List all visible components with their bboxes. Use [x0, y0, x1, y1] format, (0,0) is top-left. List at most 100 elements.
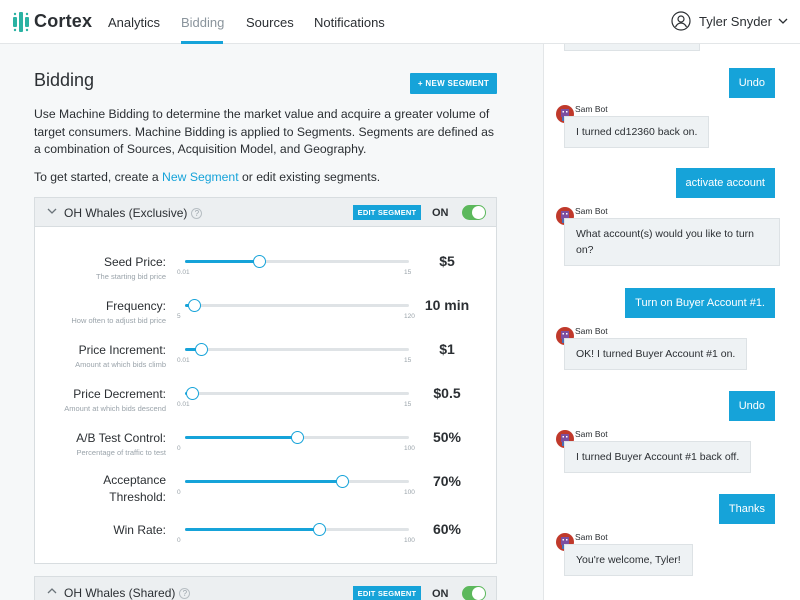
- slider-min: 0: [177, 445, 181, 452]
- new-segment-button[interactable]: + NEW SEGMENT: [410, 73, 497, 94]
- slider-value: 10 min: [424, 297, 470, 313]
- segment-toggle[interactable]: [462, 586, 486, 600]
- active-tab-indicator: [181, 41, 223, 44]
- slider-max: 15: [404, 401, 412, 408]
- top-nav: Cortex Analytics Bidding Sources Notific…: [0, 0, 800, 44]
- bot-name: Sam Bot: [575, 104, 608, 114]
- chat-panel: Undo Sam Bot I turned cd12360 back on. acti…: [543, 44, 800, 600]
- slider-max: 120: [404, 313, 415, 320]
- slider-fill: [185, 436, 297, 439]
- brand-logo[interactable]: Cortex: [12, 11, 92, 32]
- cortex-logo-icon: [13, 11, 29, 32]
- slider-track[interactable]: [185, 255, 409, 268]
- nav-analytics[interactable]: Analytics: [108, 15, 160, 30]
- segment-title: OH Whales (Shared)?: [64, 586, 191, 600]
- slider-fill: [185, 260, 259, 263]
- user-message: Undo: [728, 391, 775, 421]
- segment-status: ON: [432, 588, 449, 600]
- segment-toggle[interactable]: [462, 205, 486, 220]
- slider-row: Seed Price: The starting bid price 0.01 15 $…: [35, 253, 496, 294]
- edit-segment-button[interactable]: EDIT SEGMENT: [353, 586, 421, 600]
- slider-value: $0.5: [433, 385, 461, 401]
- get-started-text: To get started, create a New Segment or …: [34, 170, 380, 184]
- slider-description: The starting bid price: [95, 272, 166, 281]
- slider-max: 100: [404, 445, 415, 452]
- user-message: activate account: [675, 168, 775, 198]
- chevron-down-icon[interactable]: [47, 207, 57, 215]
- slider-value: 60%: [432, 521, 462, 537]
- segment-name: OH Whales (Exclusive): [64, 206, 188, 220]
- get-started-prefix: To get started, create a: [34, 170, 163, 184]
- slider-row: Price Decrement: Amount at which bids des…: [35, 385, 496, 426]
- slider-row: Frequency: How often to adjust bid price 5…: [35, 297, 496, 338]
- slider-handle[interactable]: [185, 387, 199, 400]
- nav-bidding[interactable]: Bidding: [181, 15, 224, 30]
- slider-value: 70%: [432, 473, 462, 489]
- slider-label: Price Increment:: [78, 343, 166, 357]
- slider-min: 0: [177, 489, 181, 496]
- user-message: Undo: [728, 68, 775, 98]
- nav-notifications[interactable]: Notifications: [314, 15, 385, 30]
- slider-description: Amount at which bids descend: [64, 404, 166, 413]
- segment-status: ON: [432, 207, 449, 219]
- slider-label: Acceptance Threshold:: [103, 473, 166, 504]
- segment-card-collapsed[interactable]: OH Whales (Shared)? EDIT SEGMENT ON: [34, 576, 497, 600]
- chevron-down-icon: [778, 18, 788, 24]
- bot-message: I turned cd12360 back on.: [564, 116, 710, 148]
- toggle-knob: [472, 206, 485, 219]
- edit-segment-button[interactable]: EDIT SEGMENT: [353, 205, 421, 220]
- slider-value: 50%: [432, 429, 462, 445]
- slider-handle[interactable]: [187, 299, 201, 312]
- help-icon[interactable]: ?: [179, 588, 191, 600]
- slider-min: 0: [177, 537, 181, 544]
- slider-handle[interactable]: [335, 475, 349, 488]
- slider-track[interactable]: [185, 431, 409, 444]
- slider-handle[interactable]: [313, 523, 327, 536]
- slider-track[interactable]: [185, 343, 409, 356]
- slider-handle[interactable]: [291, 431, 304, 444]
- slider-min: 0.01: [177, 401, 190, 408]
- user-message: Thanks: [718, 494, 775, 524]
- slider-description: Amount at which bids climb: [75, 360, 166, 369]
- slider-row: Price Increment: Amount at which bids cli…: [35, 341, 496, 382]
- new-segment-link[interactable]: New Segment: [162, 170, 239, 184]
- previous-message-bubble: [564, 44, 700, 51]
- slider-track[interactable]: [185, 387, 409, 400]
- bot-message: What account(s) would you like to turn o…: [564, 218, 780, 266]
- slider-max: 100: [404, 537, 415, 544]
- bot-name: Sam Bot: [575, 326, 608, 336]
- bot-message: I turned Buyer Account #1 back off.: [564, 441, 752, 473]
- user-circle-icon: [671, 11, 691, 31]
- slider-value: $1: [439, 341, 455, 357]
- slider-fill: [185, 480, 342, 483]
- bidding-panel: Bidding + NEW SEGMENT Use Machine Biddin…: [0, 44, 543, 600]
- slider-track[interactable]: [185, 475, 409, 488]
- bot-message: OK! I turned Buyer Account #1 on.: [564, 338, 748, 370]
- slider-track[interactable]: [185, 299, 409, 312]
- help-icon[interactable]: ?: [191, 208, 203, 220]
- bot-message: You're welcome, Tyler!: [564, 544, 693, 576]
- chevron-up-icon[interactable]: [47, 587, 57, 595]
- slider-description: How often to adjust bid price: [71, 316, 166, 325]
- bot-name: Sam Bot: [575, 532, 608, 542]
- slider-track[interactable]: [185, 523, 409, 536]
- slider-row: A/B Test Control: Percentage of traffic t…: [35, 429, 496, 470]
- slider-max: 100: [404, 489, 415, 496]
- slider-handle[interactable]: [252, 255, 266, 268]
- segment-header[interactable]: OH Whales (Exclusive)? EDIT SEGMENT ON: [35, 198, 496, 227]
- slider-min: 0.01: [177, 269, 190, 276]
- user-name: Tyler Snyder: [699, 13, 772, 29]
- slider-label: A/B Test Control:: [76, 431, 166, 445]
- slider-label: Price Decrement:: [73, 387, 166, 401]
- slider-max: 15: [404, 357, 412, 364]
- slider-handle[interactable]: [194, 343, 208, 356]
- segment-title: OH Whales (Exclusive)?: [64, 206, 203, 220]
- slider-max: 15: [404, 269, 412, 276]
- slider-row: Acceptance Threshold: 0 100 70%: [35, 473, 496, 514]
- user-menu[interactable]: Tyler Snyder: [671, 11, 788, 31]
- nav-sources[interactable]: Sources: [246, 15, 294, 30]
- slider-fill: [185, 528, 320, 531]
- slider-min: 0.01: [177, 357, 190, 364]
- segment-name: OH Whales (Shared): [64, 586, 176, 600]
- slider-label: Frequency:: [105, 299, 166, 313]
